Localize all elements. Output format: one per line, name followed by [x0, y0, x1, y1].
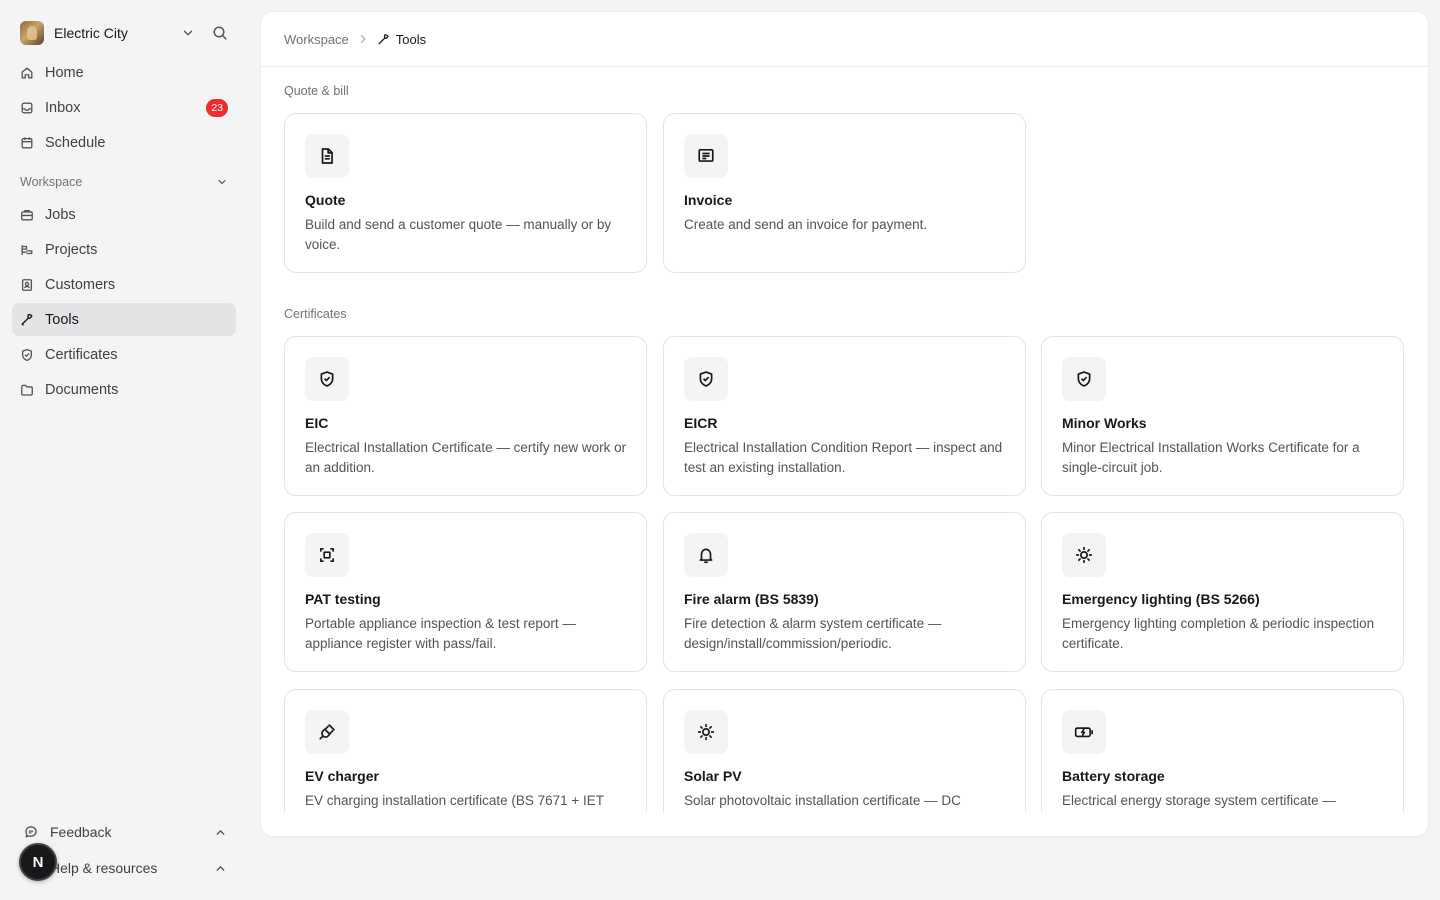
folder-icon [20, 383, 34, 397]
chevron-up-icon [208, 856, 232, 880]
message-icon [24, 825, 38, 839]
card-title: Emergency lighting (BS 5266) [1062, 591, 1260, 607]
inbox-count-badge: 23 [206, 99, 228, 117]
shield-icon [20, 348, 34, 362]
nav-label: Jobs [45, 206, 76, 223]
user-avatar[interactable]: N [19, 843, 57, 881]
tool-card-emergency-lighting[interactable]: Emergency lighting (BS 5266) Emergency l… [1041, 512, 1404, 672]
card-title: Battery storage [1062, 768, 1165, 784]
card-description: Create and send an invoice for payment. [684, 217, 928, 232]
shield-check-icon [684, 357, 728, 401]
tool-card-battery-storage[interactable]: Battery storage Electrical energy storag… [1041, 689, 1404, 812]
card-description: Portable appliance inspection & test rep… [305, 616, 576, 651]
briefcase-icon [20, 208, 34, 222]
card-description: Build and send a customer quote — manual… [305, 217, 612, 252]
tool-card-minor-works[interactable]: Minor Works Minor Electrical Installatio… [1041, 336, 1404, 496]
nav-label: Home [45, 64, 84, 81]
nav-label: Customers [45, 276, 116, 293]
card-description: Emergency lighting completion & periodic… [1062, 616, 1375, 651]
card-description: Minor Electrical Installation Works Cert… [1062, 440, 1360, 475]
card-description: Fire detection & alarm system certificat… [684, 616, 942, 651]
tool-card-solar-pv[interactable]: Solar PV Solar photovoltaic installation… [663, 689, 1026, 812]
card-title: EV charger [305, 768, 379, 784]
nav-item-schedule[interactable]: Schedule [12, 126, 236, 159]
document-icon [305, 134, 349, 178]
workspace-avatar [20, 21, 44, 45]
nav-item-inbox[interactable]: Inbox 23 [12, 91, 236, 124]
breadcrumb: Workspace Tools [261, 12, 1428, 67]
sidebar: Electric City Home Inbox 23 Schedule Wor… [0, 0, 248, 900]
help-label: Help & resources [50, 860, 158, 876]
tool-card-fire-alarm[interactable]: Fire alarm (BS 5839) Fire detection & al… [663, 512, 1026, 672]
tool-card-eicr[interactable]: EICR Electrical Installation Condition R… [663, 336, 1026, 496]
receipt-icon [684, 134, 728, 178]
nav-label: Schedule [45, 134, 106, 151]
chevron-down-icon [212, 172, 232, 192]
nav-item-tools[interactable]: Tools [12, 303, 236, 336]
nav-label: Projects [45, 241, 98, 258]
nav-label: Tools [45, 311, 79, 328]
section-title-quote-bill: Quote & bill [284, 84, 349, 98]
breadcrumb-workspace-link[interactable]: Workspace [284, 32, 349, 47]
main-panel: Workspace Tools Quote & bill Quote Build… [261, 12, 1428, 836]
card-title: Fire alarm (BS 5839) [684, 591, 819, 607]
nav-item-customers[interactable]: Customers [12, 268, 236, 301]
nav-primary: Home Inbox 23 Schedule [12, 56, 236, 161]
chevron-down-icon[interactable] [176, 21, 200, 45]
nav-label: Certificates [45, 346, 118, 363]
chevron-up-icon [208, 820, 232, 844]
shield-check-icon [1062, 357, 1106, 401]
card-description: EV charging installation certificate (BS… [305, 793, 605, 808]
nav-label: Inbox [45, 99, 81, 116]
card-title: EICR [684, 415, 718, 431]
nav-item-projects[interactable]: Projects [12, 233, 236, 266]
card-description: Solar photovoltaic installation certific… [684, 793, 961, 808]
tool-card-eic[interactable]: EIC Electrical Installation Certificate … [284, 336, 647, 496]
home-icon [20, 66, 34, 80]
card-title: EIC [305, 415, 329, 431]
nav-item-documents[interactable]: Documents [12, 373, 236, 406]
calendar-icon [20, 136, 34, 150]
tool-card-pat-testing[interactable]: PAT testing Portable appliance inspectio… [284, 512, 647, 672]
tool-card-ev-charger[interactable]: EV charger EV charging installation cert… [284, 689, 647, 812]
sun-icon [684, 710, 728, 754]
tools-content: Quote & bill Quote Build and send a cust… [284, 67, 1428, 812]
tools-icon [20, 313, 34, 327]
tool-card-quote[interactable]: Quote Build and send a customer quote — … [284, 113, 647, 273]
workspace-section-label: Workspace [20, 175, 83, 189]
card-description: Electrical Installation Condition Report… [684, 440, 1003, 475]
chevron-right-icon [357, 33, 369, 45]
sun-icon [1062, 533, 1106, 577]
scan-icon [305, 533, 349, 577]
search-icon[interactable] [208, 21, 232, 45]
card-description: Electrical Installation Certificate — ce… [305, 440, 627, 475]
nav-workspace: Jobs Projects Customers Tools Certificat… [12, 198, 236, 408]
nav-item-home[interactable]: Home [12, 56, 236, 89]
battery-icon [1062, 710, 1106, 754]
feedback-button[interactable]: Feedback [20, 820, 232, 844]
tools-icon [377, 33, 390, 46]
workspace-switcher[interactable]: Electric City [20, 21, 232, 45]
card-title: Quote [305, 192, 346, 208]
workspace-section-toggle[interactable]: Workspace [20, 172, 232, 192]
shield-check-icon [305, 357, 349, 401]
contacts-icon [20, 278, 34, 292]
inbox-icon [20, 101, 34, 115]
nav-item-certificates[interactable]: Certificates [12, 338, 236, 371]
card-description: Electrical energy storage system certifi… [1062, 793, 1336, 808]
nav-item-jobs[interactable]: Jobs [12, 198, 236, 231]
bell-icon [684, 533, 728, 577]
card-title: Minor Works [1062, 415, 1147, 431]
plug-icon [305, 710, 349, 754]
projects-icon [20, 243, 34, 257]
section-title-certificates: Certificates [284, 307, 347, 321]
card-title: Solar PV [684, 768, 742, 784]
workspace-name: Electric City [54, 25, 128, 41]
breadcrumb-current: Tools [395, 31, 427, 47]
tool-card-invoice[interactable]: Invoice Create and send an invoice for p… [663, 113, 1026, 273]
feedback-label: Feedback [50, 824, 112, 840]
card-title: PAT testing [305, 591, 381, 607]
nav-label: Documents [45, 381, 119, 398]
card-title: Invoice [684, 192, 733, 208]
